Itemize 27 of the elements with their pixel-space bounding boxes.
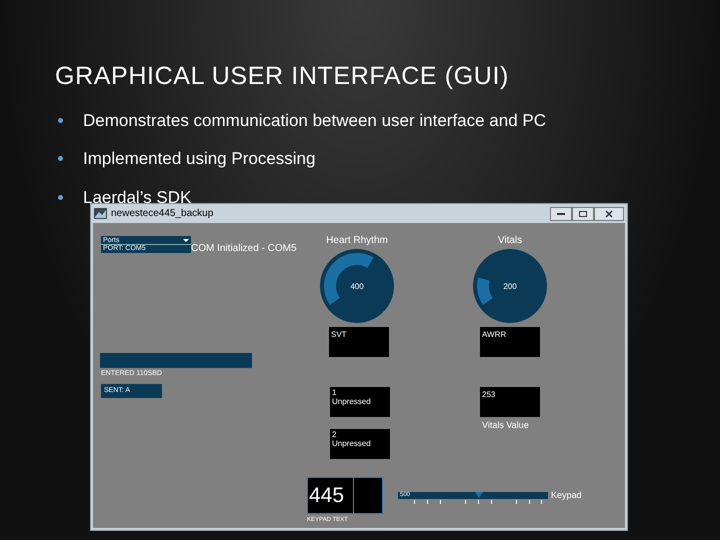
rhythm-display: AWRR [480, 327, 540, 357]
knob-label: Vitals [496, 234, 524, 248]
knob-label: Heart Rhythm [325, 234, 389, 248]
button-number: 2 [332, 430, 338, 439]
minimize-button[interactable] [550, 206, 572, 220]
close-icon [605, 210, 613, 218]
bullet-text: Implemented using Processing [83, 148, 316, 170]
knob-value: 200 [502, 281, 518, 293]
button-state: Unpressed [332, 439, 372, 448]
keypad-value: 445 [308, 478, 354, 513]
slider-label: Keypad [551, 489, 582, 502]
vitals-display: 253 [480, 387, 540, 417]
slide-title: GRAPHICAL USER INTERFACE (GUI) [55, 61, 510, 92]
rhythm-display: SVT [329, 327, 389, 357]
button-state: Unpressed [332, 397, 372, 406]
dial-knob[interactable] [473, 249, 547, 323]
app-icon [94, 208, 107, 219]
vitals-label: Vitals Value [482, 419, 529, 432]
button-number: 1 [332, 388, 338, 397]
bullet-text: Laerdal’s SDK [83, 186, 192, 208]
bullet-text: Demonstrates communication between user interface and PC [83, 110, 546, 132]
close-button[interactable] [594, 206, 624, 220]
maximize-button[interactable] [572, 206, 594, 220]
knob-value: 400 [349, 281, 365, 293]
window-title: newestece445_backup [111, 207, 214, 221]
status-text: COM Initialized - COM5 [191, 242, 297, 256]
dial-knob[interactable] [320, 249, 394, 323]
